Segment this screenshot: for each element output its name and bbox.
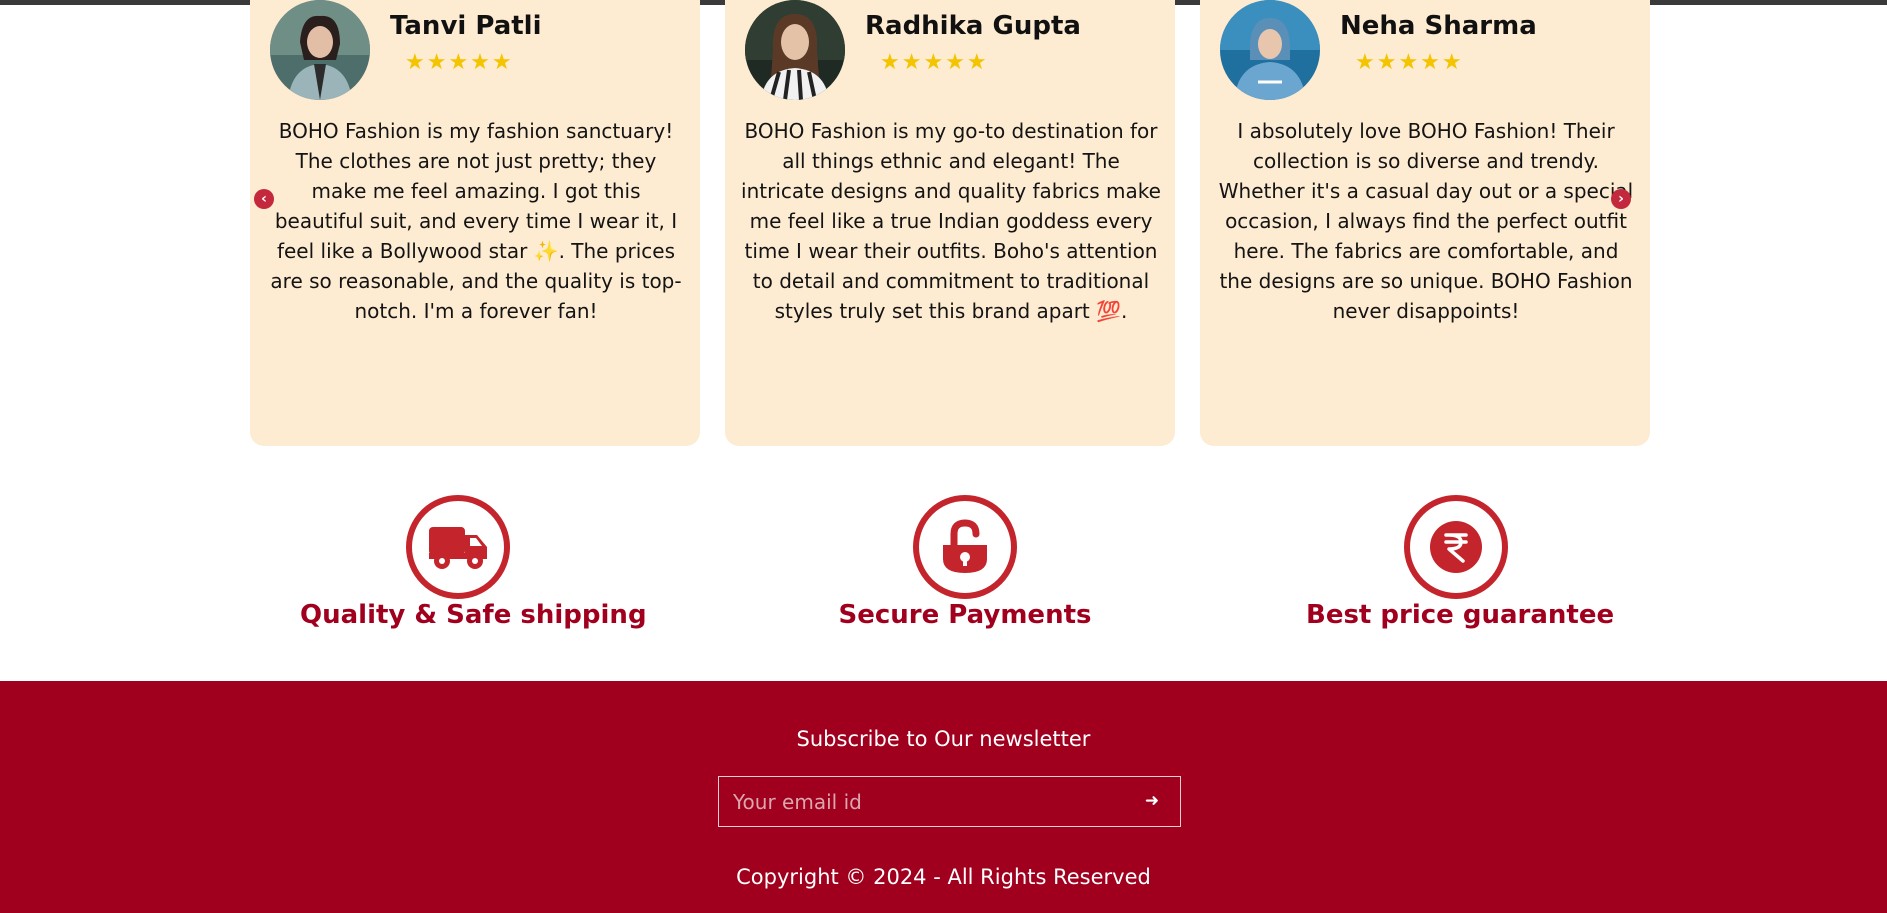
avatar [270,0,370,100]
reviewer-name: Neha Sharma [1340,11,1537,41]
feature-label: Best price guarantee [1306,600,1615,630]
avatar [745,0,845,100]
chevron-left-icon[interactable]: ‹ [254,189,274,209]
email-input[interactable] [719,777,1119,826]
copyright-text: Copyright © 2024 - All Rights Reserved [736,865,1151,889]
review-text: I absolutely love BOHO Fashion! Their co… [1218,119,1634,323]
star-rating: ★★★★★ [405,50,514,75]
star-rating: ★★★★★ [1355,50,1464,75]
newsletter-form: ➜ [718,776,1181,827]
testimonial-card: Radhika Gupta ★★★★★ BOHO Fashion is my g… [725,0,1175,446]
feature-label: Quality & Safe shipping [300,600,647,630]
feature-price: Best price guarantee [1306,495,1615,630]
testimonial-card: Tanvi Patli ★★★★★ BOHO Fashion is my fas… [250,0,700,446]
newsletter-title: Subscribe to Our newsletter [796,727,1091,751]
star-rating: ★★★★★ [880,50,989,75]
reviewer-name: Tanvi Patli [390,11,542,41]
feature-label: Secure Payments [838,600,1092,630]
review-text: BOHO Fashion is my go-to destination for… [741,119,1161,323]
avatar [1220,0,1320,100]
feature-shipping: Quality & Safe shipping [300,495,647,630]
review-text: BOHO Fashion is my fashion sanctuary! Th… [270,119,682,323]
unlock-icon [913,495,1017,599]
rupee-icon [1404,495,1508,599]
feature-payments: Secure Payments [815,495,1115,630]
truck-icon [405,495,510,599]
reviewer-name: Radhika Gupta [865,11,1081,41]
chevron-right-icon[interactable]: › [1611,189,1631,209]
footer: Subscribe to Our newsletter ➜ Copyright … [0,681,1887,913]
testimonial-card: Neha Sharma ★★★★★ I absolutely love BOHO… [1200,0,1650,446]
arrow-right-icon[interactable]: ➜ [1142,791,1162,811]
testimonials-carousel: Tanvi Patli ★★★★★ BOHO Fashion is my fas… [0,0,1887,460]
